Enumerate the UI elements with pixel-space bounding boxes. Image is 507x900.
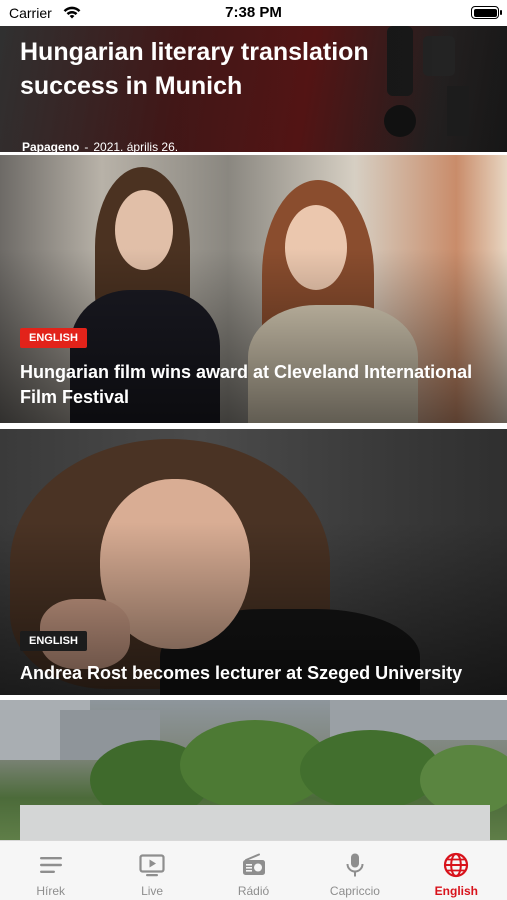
- article-title: Andrea Rost becomes lecturer at Szeged U…: [20, 663, 463, 683]
- meta-separator: -: [84, 140, 89, 152]
- article-meta: Papageno -2021. április 26.: [22, 140, 178, 152]
- article-date: 2021. április 26.: [93, 140, 179, 152]
- clock: 7:38 PM: [225, 4, 282, 21]
- tab-label: Capriccio: [329, 884, 380, 898]
- article-title: Hungarian film wins award at Cleveland I…: [20, 362, 473, 407]
- tab-bar: Hírek Live Rádió Capriccio English: [0, 840, 507, 900]
- article-card-literary-translation[interactable]: Hungarian literary translation success i…: [0, 26, 507, 152]
- tab-capriccio[interactable]: Capriccio: [304, 841, 405, 900]
- article-author: Papageno: [22, 140, 80, 152]
- list-icon: [39, 857, 62, 873]
- tab-radio[interactable]: Rádió: [203, 841, 304, 900]
- category-badge: ENGLISH: [20, 328, 87, 348]
- globe-icon: [444, 852, 469, 878]
- tab-label: Hírek: [36, 884, 66, 898]
- category-badge: ENGLISH: [20, 631, 87, 651]
- article-card-andrea-rost[interactable]: ENGLISH Andrea Rost becomes lecturer at …: [0, 429, 507, 695]
- tab-hirek[interactable]: Hírek: [0, 841, 101, 900]
- tab-live[interactable]: Live: [101, 841, 202, 900]
- tab-label: Live: [141, 884, 164, 898]
- tab-english[interactable]: English: [406, 841, 507, 900]
- radio-icon: [242, 853, 265, 875]
- status-bar: Carrier 7:38 PM: [0, 0, 507, 26]
- article-card-partial[interactable]: [0, 700, 507, 840]
- article-card-film-award[interactable]: ENGLISH Hungarian film wins award at Cle…: [0, 155, 507, 423]
- tab-label: English: [434, 884, 478, 898]
- tab-label: Rádió: [237, 884, 270, 898]
- tv-play-icon: [139, 854, 165, 877]
- battery-icon: [471, 6, 502, 19]
- article-title: Hungarian literary translation success i…: [20, 38, 369, 100]
- microphone-icon: [346, 853, 364, 877]
